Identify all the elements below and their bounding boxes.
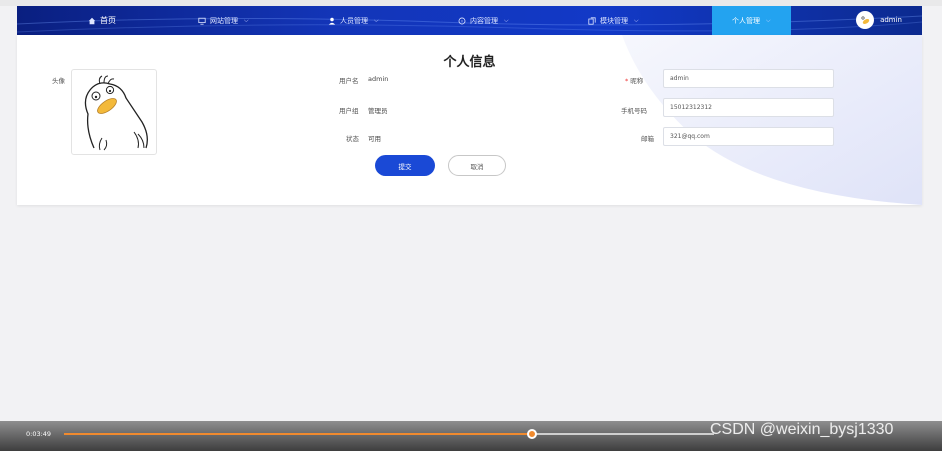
phone-label: 手机号码 bbox=[621, 107, 647, 115]
phone-field[interactable]: 15012312312 bbox=[663, 98, 834, 117]
nav-item-label: 模块管理 bbox=[600, 16, 628, 25]
nav-item-module-management[interactable]: 模块管理 ⌵ bbox=[587, 6, 639, 35]
nickname-label: * 昵称 bbox=[625, 75, 643, 85]
chevron-down-icon: ⌵ bbox=[244, 16, 249, 24]
usergroup-label: 用户组 bbox=[339, 107, 359, 115]
avatar-label: 头像 bbox=[52, 77, 65, 85]
monitor-icon bbox=[197, 16, 206, 25]
email-label: 邮箱 bbox=[641, 135, 654, 143]
submit-button[interactable]: 提交 bbox=[375, 155, 435, 176]
nav-item-label: 首页 bbox=[100, 16, 116, 25]
profile-card: 个人信息 头像 用户名 admin 用户组 管理员 状态 可用 * 昵称 adm… bbox=[17, 35, 922, 205]
user-name: admin bbox=[880, 16, 902, 24]
watermark-text: CSDN @weixin_bysj1330 bbox=[710, 421, 894, 438]
nickname-field-value: admin bbox=[670, 75, 689, 82]
page-title: 个人信息 bbox=[443, 55, 496, 70]
nav-item-label: 内容管理 bbox=[470, 16, 498, 25]
avatar-upload[interactable] bbox=[71, 69, 157, 155]
copy-icon bbox=[587, 16, 596, 25]
chevron-down-icon: ⌵ bbox=[766, 16, 771, 24]
chevron-down-icon: ⌵ bbox=[374, 16, 379, 24]
duck-avatar-image bbox=[84, 75, 148, 151]
avatar bbox=[856, 11, 875, 29]
nav-item-label: 个人管理 bbox=[732, 16, 760, 25]
usergroup-value: 管理员 bbox=[368, 107, 388, 115]
top-navbar: 首页 网站管理 ⌵ 人员管理 ⌵ 内容管理 ⌵ 模块管理 ⌵ 个人管理 ⌵ ad… bbox=[17, 6, 922, 35]
phone-field-value: 15012312312 bbox=[670, 104, 712, 111]
username-value: admin bbox=[368, 75, 389, 83]
video-progress-handle[interactable] bbox=[527, 429, 537, 439]
user-menu[interactable]: admin bbox=[856, 11, 902, 29]
app-frame: 首页 网站管理 ⌵ 人员管理 ⌵ 内容管理 ⌵ 模块管理 ⌵ 个人管理 ⌵ ad… bbox=[0, 0, 942, 451]
nav-item-label: 人员管理 bbox=[340, 16, 368, 25]
status-value: 可用 bbox=[368, 135, 381, 143]
chevron-down-icon: ⌵ bbox=[504, 16, 509, 24]
cancel-button[interactable]: 取消 bbox=[448, 155, 506, 176]
chat-icon bbox=[457, 16, 466, 25]
nickname-field[interactable]: admin bbox=[663, 69, 834, 88]
video-progress-track[interactable] bbox=[64, 429, 714, 439]
nav-item-site-management[interactable]: 网站管理 ⌵ bbox=[197, 6, 249, 35]
username-label: 用户名 bbox=[339, 77, 359, 85]
video-progress-fill bbox=[64, 433, 532, 435]
user-icon bbox=[327, 16, 336, 25]
nav-item-home[interactable]: 首页 bbox=[87, 6, 116, 35]
video-timestamp: 0:03:49 bbox=[26, 430, 52, 438]
status-label: 状态 bbox=[346, 135, 359, 143]
email-field[interactable]: 321@qq.com bbox=[663, 127, 834, 146]
required-asterisk: * bbox=[625, 77, 629, 85]
chevron-down-icon: ⌵ bbox=[634, 16, 639, 24]
video-control-bar: 0:03:49 CSDN @weixin_bysj1330 bbox=[0, 421, 942, 451]
nav-item-staff-management[interactable]: 人员管理 ⌵ bbox=[327, 6, 379, 35]
nav-item-content-management[interactable]: 内容管理 ⌵ bbox=[457, 6, 509, 35]
nickname-label-text: 昵称 bbox=[630, 77, 644, 85]
home-icon bbox=[87, 16, 96, 25]
email-field-value: 321@qq.com bbox=[670, 133, 710, 140]
nav-item-label: 网站管理 bbox=[210, 16, 238, 25]
nav-item-personal-management[interactable]: 个人管理 ⌵ bbox=[712, 6, 791, 35]
